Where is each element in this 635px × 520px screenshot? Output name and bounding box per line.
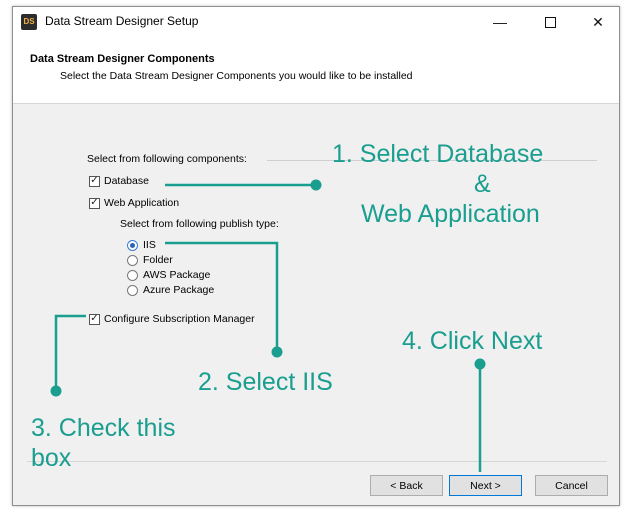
database-label: Database — [104, 175, 149, 187]
close-button[interactable]: ✕ — [575, 7, 621, 37]
components-label: Select from following components: — [87, 153, 247, 165]
app-icon: DS — [21, 14, 37, 30]
radio-folder-row[interactable]: Folder — [127, 254, 173, 266]
radio-azure-package-row[interactable]: Azure Package — [127, 284, 214, 296]
radio-iis-row[interactable]: IIS — [127, 239, 156, 251]
cancel-button[interactable]: Cancel — [535, 475, 608, 496]
subscription-manager-checkbox[interactable]: ✓ — [89, 313, 100, 325]
web-application-label: Web Application — [104, 197, 180, 209]
radio-aws-package[interactable] — [127, 269, 138, 281]
annotation-step3-line1: 3. Check this — [31, 414, 176, 442]
maximize-icon — [544, 16, 556, 28]
radio-aws-package-row[interactable]: AWS Package — [127, 269, 210, 281]
subscription-manager-checkbox-row[interactable]: ✓ Configure Subscription Manager — [89, 313, 255, 325]
window-title: Data Stream Designer Setup — [45, 14, 199, 28]
annotation-step4: 4. Click Next — [402, 327, 543, 355]
radio-azure-package-label: Azure Package — [143, 284, 215, 296]
annotation-step1-line2: & — [474, 170, 491, 198]
radio-folder[interactable] — [127, 254, 138, 266]
annotation-step3-line2: box — [31, 444, 72, 472]
maximize-button[interactable] — [527, 7, 573, 37]
annotation-step1-line1: 1. Select Database — [332, 140, 544, 168]
minimize-icon: — — [493, 14, 507, 30]
database-checkbox-row[interactable]: ✓ Database — [89, 175, 149, 187]
web-application-checkbox-row[interactable]: ✓ Web Application — [89, 197, 179, 209]
wizard-header: Data Stream Designer Components Select t… — [13, 37, 619, 104]
radio-folder-label: Folder — [143, 254, 173, 266]
back-button[interactable]: < Back — [370, 475, 443, 496]
page-subtitle: Select the Data Stream Designer Componen… — [60, 70, 413, 82]
annotation-step1-line3: Web Application — [361, 200, 540, 228]
database-checkbox[interactable]: ✓ — [89, 175, 100, 187]
radio-aws-package-label: AWS Package — [143, 269, 211, 281]
title-bar: DS Data Stream Designer Setup — ✕ — [13, 7, 619, 37]
radio-iis-label: IIS — [143, 239, 156, 251]
radio-azure-package[interactable] — [127, 284, 138, 296]
web-application-checkbox[interactable]: ✓ — [89, 197, 100, 209]
next-button[interactable]: Next > — [449, 475, 522, 496]
minimize-button[interactable]: — — [477, 7, 523, 37]
subscription-manager-label: Configure Subscription Manager — [104, 313, 255, 325]
footer-separator — [27, 461, 607, 462]
radio-iis[interactable] — [127, 239, 138, 251]
publish-type-label: Select from following publish type: — [120, 218, 279, 230]
page-title: Data Stream Designer Components — [30, 53, 215, 65]
annotation-step2: 2. Select IIS — [198, 368, 333, 396]
close-icon: ✕ — [592, 13, 604, 30]
